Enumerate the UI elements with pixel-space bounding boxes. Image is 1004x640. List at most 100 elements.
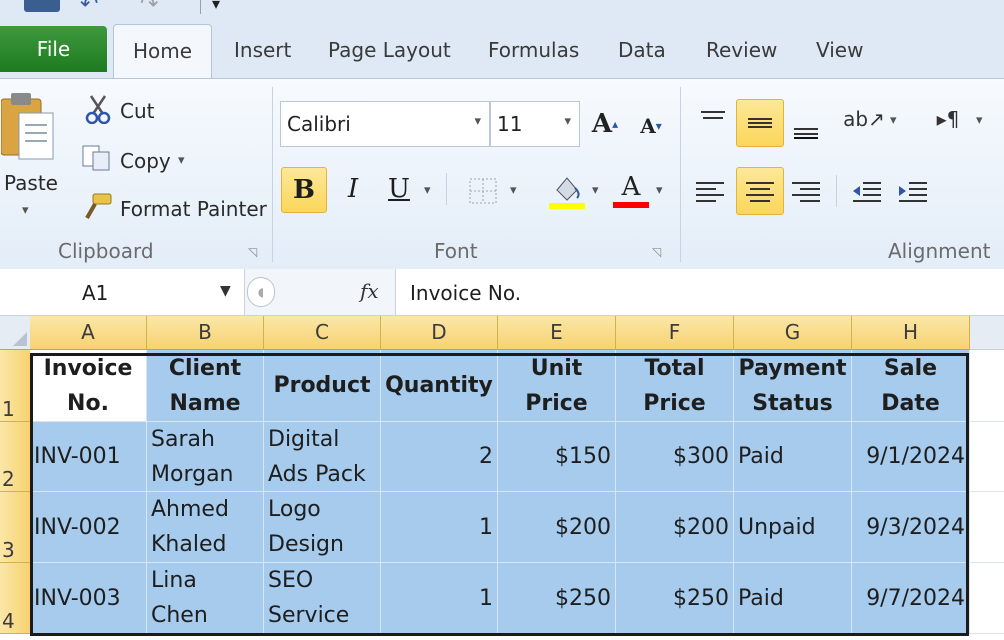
middle-align-button[interactable] xyxy=(736,99,784,147)
cell-b3[interactable]: Ahmed Khaled xyxy=(147,492,264,563)
column-header-c[interactable]: C xyxy=(264,316,381,350)
top-align-icon[interactable] xyxy=(694,103,732,137)
orientation-icon[interactable]: ab↗ xyxy=(842,101,886,137)
text-direction-icon[interactable]: ▸¶ xyxy=(926,101,970,137)
formula-bar-handle-icon[interactable]: ◖ xyxy=(247,277,275,307)
empty-cell[interactable] xyxy=(970,492,1004,563)
cell-d2[interactable]: 2 xyxy=(381,422,498,492)
font-name-combo[interactable]: Calibri ▾ xyxy=(280,101,490,147)
tab-page-layout[interactable]: Page Layout xyxy=(328,38,451,62)
scissors-icon[interactable] xyxy=(84,93,112,125)
increase-indent-icon[interactable] xyxy=(894,175,932,207)
cell-h3[interactable]: 9/3/2024 xyxy=(852,492,970,563)
copy-icon[interactable] xyxy=(80,143,114,173)
formula-input[interactable]: Invoice No. xyxy=(410,281,521,305)
font-dialog-launcher-icon[interactable]: ◹ xyxy=(652,245,661,259)
insert-function-icon[interactable]: fx xyxy=(360,279,379,303)
cell-h2[interactable]: 9/1/2024 xyxy=(852,422,970,492)
grow-font-button[interactable]: A ▴ xyxy=(590,109,620,139)
cell-a4[interactable]: INV-003 xyxy=(30,563,147,634)
paste-dropdown-icon[interactable]: ▾ xyxy=(22,203,29,218)
italic-button[interactable]: I xyxy=(336,167,370,211)
redo-icon[interactable]: ↷ xyxy=(140,0,158,16)
underline-button[interactable]: U xyxy=(382,167,416,211)
align-left-icon[interactable] xyxy=(690,175,730,207)
bottom-align-icon[interactable] xyxy=(786,109,826,145)
row-header-3[interactable]: 3 xyxy=(0,492,31,563)
empty-cell[interactable] xyxy=(970,422,1004,492)
clipboard-dialog-launcher-icon[interactable]: ◹ xyxy=(248,245,257,259)
empty-cell[interactable] xyxy=(970,563,1004,634)
fill-color-icon[interactable] xyxy=(548,171,586,211)
tab-data[interactable]: Data xyxy=(618,38,666,62)
row-header-2[interactable]: 2 xyxy=(0,422,31,492)
column-header-b[interactable]: B xyxy=(147,316,264,350)
cell-c2[interactable]: Digital Ads Pack xyxy=(264,422,381,492)
cell-c1[interactable]: Product xyxy=(264,350,381,422)
column-header-e[interactable]: E xyxy=(498,316,616,350)
shrink-font-button[interactable]: A ▾ xyxy=(636,113,666,139)
cell-a1[interactable]: Invoice No. xyxy=(30,350,147,422)
cut-button[interactable]: Cut xyxy=(120,99,154,123)
cell-e3[interactable]: $200 xyxy=(498,492,616,563)
format-painter-button[interactable]: Format Painter xyxy=(120,197,267,221)
tab-file[interactable]: File xyxy=(0,26,107,72)
text-direction-dropdown-icon[interactable]: ▾ xyxy=(976,113,983,128)
tab-review[interactable]: Review xyxy=(706,38,777,62)
cell-c3[interactable]: Logo Design xyxy=(264,492,381,563)
font-color-dropdown-icon[interactable]: ▾ xyxy=(656,183,663,198)
cell-d1[interactable]: Quantity xyxy=(381,350,498,422)
cell-e4[interactable]: $250 xyxy=(498,563,616,634)
cell-b4[interactable]: Lina Chen xyxy=(147,563,264,634)
cell-g3[interactable]: Unpaid xyxy=(734,492,852,563)
fill-color-dropdown-icon[interactable]: ▾ xyxy=(592,183,599,198)
column-header-f[interactable]: F xyxy=(616,316,734,350)
orientation-dropdown-icon[interactable]: ▾ xyxy=(890,113,897,128)
center-align-button[interactable] xyxy=(736,167,784,215)
cell-f2[interactable]: $300 xyxy=(616,422,734,492)
empty-cell[interactable] xyxy=(970,350,1004,422)
copy-dropdown-icon[interactable]: ▾ xyxy=(178,153,185,168)
underline-dropdown-icon[interactable]: ▾ xyxy=(424,183,431,198)
column-header-g[interactable]: G xyxy=(734,316,852,350)
borders-icon[interactable] xyxy=(466,175,500,207)
column-header-a[interactable]: A xyxy=(30,316,147,350)
select-all-button[interactable] xyxy=(0,316,31,350)
name-box[interactable]: A1 ▼ xyxy=(0,269,245,315)
cell-f3[interactable]: $200 xyxy=(616,492,734,563)
cell-e1[interactable]: Unit Price xyxy=(498,350,616,422)
cell-h1[interactable]: Sale Date xyxy=(852,350,970,422)
cell-e2[interactable]: $150 xyxy=(498,422,616,492)
cell-g1[interactable]: Payment Status xyxy=(734,350,852,422)
paste-button[interactable] xyxy=(0,89,58,173)
copy-button[interactable]: Copy xyxy=(120,149,171,173)
cell-a2[interactable]: INV-001 xyxy=(30,422,147,492)
undo-icon[interactable]: ↶ xyxy=(80,0,98,16)
cell-g2[interactable]: Paid xyxy=(734,422,852,492)
cell-c4[interactable]: SEO Service xyxy=(264,563,381,634)
cell-g4[interactable]: Paid xyxy=(734,563,852,634)
row-header-4[interactable]: 4 xyxy=(0,563,31,634)
customize-toolbar-icon[interactable]: ▾ xyxy=(212,0,220,12)
column-header-d[interactable]: D xyxy=(381,316,498,350)
cell-d3[interactable]: 1 xyxy=(381,492,498,563)
column-header-i[interactable] xyxy=(970,316,1004,350)
save-icon[interactable] xyxy=(24,0,60,12)
format-painter-icon[interactable] xyxy=(80,191,114,223)
decrease-indent-icon[interactable] xyxy=(848,175,886,207)
paste-label[interactable]: Paste xyxy=(4,171,58,195)
cell-d4[interactable]: 1 xyxy=(381,563,498,634)
font-size-dropdown-icon[interactable]: ▾ xyxy=(564,114,571,129)
font-name-dropdown-icon[interactable]: ▾ xyxy=(474,114,481,129)
cell-b1[interactable]: Client Name xyxy=(147,350,264,422)
tab-home[interactable]: Home xyxy=(113,24,212,79)
tab-insert[interactable]: Insert xyxy=(234,38,291,62)
align-right-icon[interactable] xyxy=(786,175,826,207)
column-header-h[interactable]: H xyxy=(852,316,970,350)
font-size-combo[interactable]: 11 ▾ xyxy=(490,101,580,147)
cell-a3[interactable]: INV-002 xyxy=(30,492,147,563)
borders-dropdown-icon[interactable]: ▾ xyxy=(510,183,517,198)
tab-formulas[interactable]: Formulas xyxy=(488,38,579,62)
font-color-button[interactable]: A xyxy=(612,169,650,211)
tab-view[interactable]: View xyxy=(816,38,863,62)
